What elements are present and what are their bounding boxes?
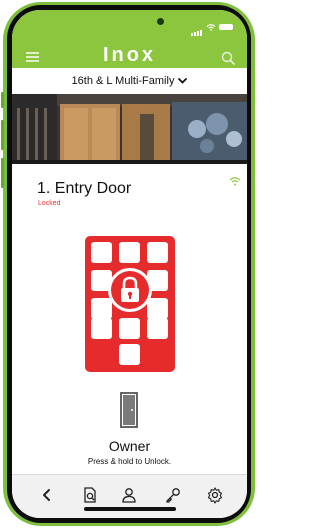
lock-circle: [111, 271, 149, 309]
side-button-volume-up: [1, 120, 4, 150]
user-role: Owner: [108, 438, 151, 454]
key-icon[interactable]: [164, 486, 182, 504]
battery-icon: [219, 24, 233, 30]
app-logo: Inox: [102, 44, 157, 66]
gear-icon[interactable]: [206, 486, 224, 504]
keypad-key: [91, 242, 112, 263]
user-icon[interactable]: [120, 486, 138, 504]
wifi-icon: [229, 177, 241, 186]
search-icon[interactable]: [221, 51, 235, 65]
lock-badge: [108, 268, 152, 312]
unlock-hint: Press & hold to Unlock.: [87, 457, 172, 466]
keypad-key: [119, 318, 140, 339]
wifi-status-icon: [206, 23, 216, 31]
keypad-key: [147, 298, 168, 319]
back-icon[interactable]: [38, 486, 56, 504]
keypad-key: [91, 298, 112, 319]
location-selector[interactable]: 16th & L Multi-Family: [12, 68, 247, 94]
signal-icon: [191, 18, 203, 36]
bottom-tab-bar: [12, 474, 247, 518]
keypad-key: [119, 242, 140, 263]
search-doc-icon[interactable]: [81, 486, 99, 504]
app-screen: Inox 16th & L Multi-Family 1. Entry Door…: [12, 10, 247, 518]
chevron-down-icon: [178, 78, 188, 84]
app-header: Inox: [12, 10, 247, 68]
unlock-keypad[interactable]: [85, 236, 175, 372]
status-icons: [191, 18, 233, 36]
door-title: 1. Entry Door: [37, 180, 132, 197]
location-name: 16th & L Multi-Family: [71, 75, 175, 87]
door-icon: [120, 392, 138, 428]
side-button-volume-down: [1, 158, 4, 188]
padlock-icon: [121, 276, 139, 302]
keypad-key: [147, 318, 168, 339]
camera-icon: [157, 18, 164, 25]
keypad-key: [119, 344, 140, 365]
door-status: Locked: [38, 200, 61, 207]
home-indicator: [84, 507, 176, 511]
side-button-mute: [1, 92, 4, 108]
status-bar: [12, 10, 247, 36]
keypad-key: [147, 242, 168, 263]
keypad-key: [91, 318, 112, 339]
building-photo: [12, 94, 247, 164]
